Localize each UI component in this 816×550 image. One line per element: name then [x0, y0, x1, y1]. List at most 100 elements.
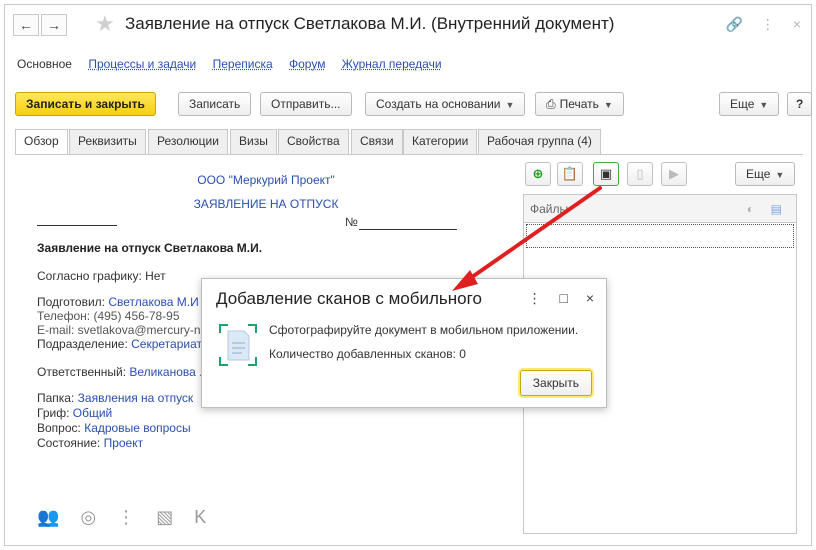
document-heading: Заявление на отпуск Светлакова М.И. — [37, 241, 263, 255]
tab-resolutions[interactable]: Резолюции — [148, 129, 228, 154]
tree-icon[interactable]: ⋮ — [117, 507, 135, 527]
printer-icon: ⎙ — [546, 97, 556, 111]
schedule-row: Согласно графику: Нет — [37, 269, 166, 283]
responsible-row: Ответственный: Великанова . — [37, 365, 202, 379]
department-row: Подразделение: Секретариат — [37, 337, 202, 351]
print-label: Печать — [559, 97, 599, 111]
scan-icon[interactable]: ▣ — [593, 162, 619, 186]
add-file-icon[interactable]: ⊕ — [525, 162, 551, 186]
more-label: Еще — [730, 97, 755, 111]
question-label: Вопрос: — [37, 421, 81, 435]
send-file-icon[interactable]: ▶ — [661, 162, 687, 186]
chevron-down-icon: ▼ — [759, 100, 769, 110]
files-table-header: Файлы ◐ ▤ — [524, 195, 796, 223]
close-icon[interactable]: × — [793, 16, 801, 32]
phone: Телефон: (495) 456-78-95 — [37, 309, 180, 323]
prepared-value[interactable]: Светлакова М.И — [108, 295, 198, 309]
favorite-star-icon[interactable]: ★ — [95, 11, 115, 37]
state-row: Состояние: Проект — [37, 436, 143, 450]
files-more-label: Еще — [746, 167, 771, 181]
send-button[interactable]: Отправить... — [260, 92, 352, 116]
close-button[interactable]: Закрыть — [519, 370, 592, 396]
chevron-down-icon: ▼ — [775, 170, 785, 180]
stamp-row: Гриф: Общий — [37, 406, 112, 420]
create-based-on-button[interactable]: Создать на основании ▼ — [365, 92, 526, 116]
bottom-actions: 👥 ◎ ⋮ ▧ K — [37, 507, 222, 528]
nav-item-correspondence[interactable]: Переписка — [213, 57, 273, 71]
files-column-header: Файлы — [530, 202, 569, 216]
stamp-label: Гриф: — [37, 406, 70, 420]
dialog-more-icon[interactable]: ⋮ — [528, 290, 542, 306]
link-icon[interactable]: 🔗 — [726, 16, 743, 32]
document-icon[interactable]: ▯ — [627, 162, 653, 186]
org-name: ООО "Меркурий Проект" — [197, 173, 335, 187]
prepared-label: Подготовил: — [37, 295, 106, 309]
nav-item-transfer-log[interactable]: Журнал передачи — [342, 57, 442, 71]
schedule-value: Нет — [145, 269, 166, 283]
disc-icon[interactable]: ◎ — [80, 507, 96, 527]
command-toolbar: Записать и закрыть Записать Отправить...… — [15, 92, 813, 116]
title-controls: 🔗 ⋮ × — [712, 16, 801, 33]
tab-work-group[interactable]: Рабочая группа (4) — [478, 129, 601, 154]
file-column-icon: ▤ — [770, 202, 782, 216]
department-label: Подразделение: — [37, 337, 128, 351]
folder-label: Папка: — [37, 391, 75, 405]
forward-button[interactable]: → — [41, 14, 67, 36]
more-icon[interactable]: ⋮ — [761, 16, 775, 32]
number-underline — [359, 229, 457, 230]
document-type: ЗАЯВЛЕНИЕ НА ОТПУСК — [193, 197, 339, 211]
tab-properties[interactable]: Свойства — [278, 129, 349, 154]
title-bar: ← → ★ Заявление на отпуск Светлакова М.И… — [5, 5, 811, 45]
scan-count-row: Количество добавленных сканов: 0 — [269, 347, 466, 361]
more-button[interactable]: Еще ▼ — [719, 92, 780, 116]
chevron-down-icon: ▼ — [505, 100, 515, 110]
tab-overview[interactable]: Обзор — [15, 129, 68, 155]
print-button[interactable]: ⎙ Печать ▼ — [535, 92, 624, 116]
nav-item-forum[interactable]: Форум — [289, 57, 325, 71]
department-value[interactable]: Секретариат — [131, 337, 202, 351]
responsible-value[interactable]: Великанова . — [129, 365, 202, 379]
clipboard-icon[interactable]: 📋 — [557, 162, 583, 186]
section-nav: Основное Процессы и задачи Переписка Фор… — [17, 57, 455, 71]
add-mobile-scans-dialog: Добавление сканов с мобильного ⋮ □ × Сфо… — [201, 278, 607, 408]
k-letter-icon[interactable]: K — [194, 507, 206, 527]
schedule-label: Согласно графику: — [37, 269, 142, 283]
number-label: № — [345, 215, 358, 229]
nav-item-main[interactable]: Основное — [17, 57, 72, 71]
users-icon[interactable]: 👥 — [37, 507, 59, 527]
scan-count-value: 0 — [459, 347, 466, 361]
chevron-down-icon: ▼ — [603, 100, 613, 110]
signature-column-icon: ◐ — [746, 202, 754, 216]
state-value[interactable]: Проект — [104, 436, 144, 450]
dialog-instruction: Сфотографируйте документ в мобильном при… — [269, 323, 579, 337]
responsible-label: Ответственный: — [37, 365, 127, 379]
save-and-close-button[interactable]: Записать и закрыть — [15, 92, 156, 116]
dialog-controls: ⋮ □ × — [514, 290, 594, 307]
document-window: ← → ★ Заявление на отпуск Светлакова М.И… — [4, 4, 813, 546]
maximize-icon[interactable]: □ — [559, 290, 567, 306]
stamp-value[interactable]: Общий — [73, 406, 113, 420]
help-button[interactable]: ? — [787, 92, 813, 116]
files-table-row[interactable] — [526, 224, 794, 248]
files-more-button[interactable]: Еще ▼ — [735, 162, 796, 186]
tab-visas[interactable]: Визы — [230, 129, 277, 154]
create-based-on-label: Создать на основании — [376, 97, 501, 111]
tab-categories[interactable]: Категории — [403, 129, 478, 154]
folder-value[interactable]: Заявления на отпуск — [78, 391, 194, 405]
chat-icon[interactable]: ▧ — [156, 507, 173, 527]
nav-item-processes[interactable]: Процессы и задачи — [88, 57, 196, 71]
close-icon[interactable]: × — [586, 290, 594, 306]
dialog-title: Добавление сканов с мобильного — [216, 289, 482, 308]
scan-count-label: Количество добавленных сканов: — [269, 347, 456, 361]
email: E-mail: svetlakova@mercury-n — [37, 323, 201, 337]
save-button[interactable]: Записать — [178, 92, 252, 116]
back-button[interactable]: ← — [13, 14, 39, 36]
folder-row: Папка: Заявления на отпуск — [37, 391, 193, 405]
question-value[interactable]: Кадровые вопросы — [84, 421, 190, 435]
state-label: Состояние: — [37, 436, 101, 450]
tab-links[interactable]: Связи — [351, 129, 403, 154]
scan-document-icon — [219, 324, 257, 366]
tab-requisites[interactable]: Реквизиты — [69, 129, 146, 154]
question-row: Вопрос: Кадровые вопросы — [37, 421, 191, 435]
prepared-row: Подготовил: Светлакова М.И — [37, 295, 199, 309]
